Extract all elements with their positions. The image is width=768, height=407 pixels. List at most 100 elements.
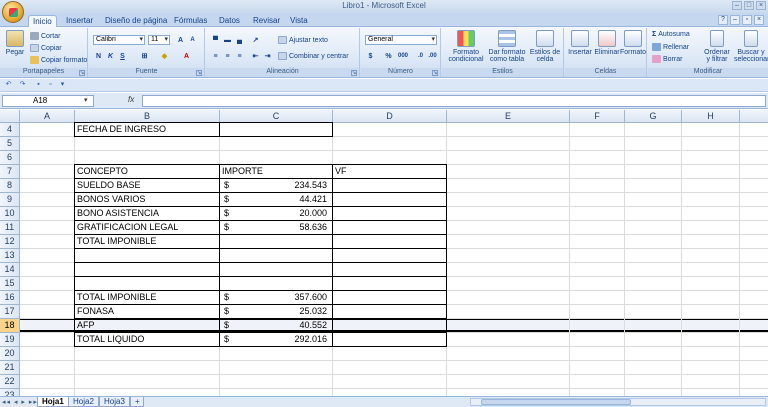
column-header-d[interactable]: D xyxy=(333,110,447,123)
cut-button[interactable]: Cortar xyxy=(30,32,60,41)
column-header-e[interactable]: E xyxy=(447,110,570,123)
row-header-17[interactable]: 17 xyxy=(0,305,20,319)
sheet-tab-hoja1[interactable]: Hoja1 xyxy=(37,397,69,407)
print-preview-icon[interactable]: ▫ xyxy=(46,81,55,90)
conditional-format-button[interactable]: Formato condicional xyxy=(446,30,486,63)
cell-b4[interactable]: FECHA DE INGRESO xyxy=(75,123,219,137)
insert-function-icon[interactable]: fx xyxy=(128,95,134,104)
formula-input[interactable] xyxy=(142,95,766,107)
row-header-5[interactable]: 5 xyxy=(0,137,20,151)
row-header-13[interactable]: 13 xyxy=(0,249,20,263)
cell-c7[interactable]: IMPORTE xyxy=(220,165,332,179)
cell-b18[interactable]: AFP xyxy=(75,319,219,333)
row-header-23[interactable]: 23 xyxy=(0,389,20,396)
find-select-button[interactable]: Buscar y seleccionar xyxy=(734,30,768,63)
row-header-16[interactable]: 16 xyxy=(0,291,20,305)
decrease-indent-icon[interactable]: ⇤ xyxy=(250,51,261,61)
font-size-select[interactable]: 11 xyxy=(148,35,170,45)
cell-b7[interactable]: CONCEPTO xyxy=(75,165,219,179)
column-header-i[interactable]: I xyxy=(740,110,768,123)
row-header-8[interactable]: 8 xyxy=(0,179,20,193)
cell-styles-button[interactable]: Estilos de celda xyxy=(528,30,562,63)
format-painter-button[interactable]: Copiar formato xyxy=(30,56,87,65)
font-color-icon[interactable]: A xyxy=(181,51,192,61)
thousands-button[interactable]: 000 xyxy=(395,51,411,61)
row-header-19[interactable]: 19 xyxy=(0,333,20,347)
cell-c17[interactable]: 25.032 xyxy=(220,305,329,319)
column-header-a[interactable]: A xyxy=(20,110,75,123)
align-top-icon[interactable]: ▀ xyxy=(210,35,221,45)
office-button[interactable] xyxy=(2,1,24,23)
tab-inicio[interactable]: Inicio xyxy=(28,15,57,27)
minimize-icon[interactable]: – xyxy=(732,1,742,10)
row-header-20[interactable]: 20 xyxy=(0,347,20,361)
launcher-icon[interactable]: ↘ xyxy=(196,70,202,76)
cell-c9[interactable]: 44.421 xyxy=(220,193,329,207)
row-header-9[interactable]: 9 xyxy=(0,193,20,207)
cell-b17[interactable]: FONASA xyxy=(75,305,219,319)
chevron-down-icon[interactable]: ▾ xyxy=(84,96,88,104)
paste-button[interactable]: Pegar xyxy=(3,30,27,56)
close-icon[interactable]: × xyxy=(756,1,766,10)
tab-datos[interactable]: Datos xyxy=(215,15,244,27)
grow-font-icon[interactable]: A xyxy=(175,35,186,45)
cell-c11[interactable]: 58.636 xyxy=(220,221,329,235)
cell-b12[interactable]: TOTAL IMPONIBLE xyxy=(75,235,219,249)
align-center-icon[interactable]: ≡ xyxy=(222,51,233,61)
horizontal-scrollbar[interactable] xyxy=(470,398,766,406)
tab-vista[interactable]: Vista xyxy=(286,15,312,27)
row-header-6[interactable]: 6 xyxy=(0,151,20,165)
insert-cells-button[interactable]: Insertar xyxy=(567,30,593,56)
align-bottom-icon[interactable]: ▄ xyxy=(234,35,245,45)
font-name-select[interactable]: Calibri xyxy=(93,35,145,45)
increase-decimal-icon[interactable]: .0 xyxy=(415,51,426,61)
fill-button[interactable]: Rellenar xyxy=(652,43,689,52)
doc-minimize-icon[interactable]: – xyxy=(730,15,740,25)
save-icon[interactable]: ▪ xyxy=(34,81,43,90)
sheet-tab-hoja3[interactable]: Hoja3 xyxy=(99,397,130,407)
undo-icon[interactable]: ↶ xyxy=(4,81,13,90)
cell-b16[interactable]: TOTAL IMPONIBLE xyxy=(75,291,219,305)
launcher-icon[interactable]: ↘ xyxy=(79,70,85,76)
row-header-12[interactable]: 12 xyxy=(0,235,20,249)
launcher-icon[interactable]: ↘ xyxy=(351,70,357,76)
format-cells-button[interactable]: Formato xyxy=(620,30,646,56)
tab-insertar[interactable]: Insertar xyxy=(62,15,97,27)
name-box[interactable]: A18 xyxy=(2,95,94,107)
row-header-18[interactable]: 18 xyxy=(0,319,20,333)
column-header-f[interactable]: F xyxy=(570,110,625,123)
format-as-table-button[interactable]: Dar formato como tabla xyxy=(488,30,526,63)
select-all-corner[interactable] xyxy=(0,110,20,123)
row-header-14[interactable]: 14 xyxy=(0,263,20,277)
launcher-icon[interactable]: ↘ xyxy=(432,70,438,76)
row-header-11[interactable]: 11 xyxy=(0,221,20,235)
cell-c8[interactable]: 234.543 xyxy=(220,179,329,193)
decrease-decimal-icon[interactable]: .00 xyxy=(427,51,438,61)
sheet-tab-hoja2[interactable]: Hoja2 xyxy=(68,397,99,407)
clear-button[interactable]: Borrar xyxy=(652,55,682,64)
sheet-nav-icons[interactable]: ◂◂ ◂ ▸ ▸▸ xyxy=(2,398,38,406)
sort-filter-button[interactable]: Ordenar y filtrar xyxy=(702,30,732,63)
italic-button[interactable]: K xyxy=(105,51,116,61)
row-header-22[interactable]: 22 xyxy=(0,375,20,389)
doc-close-icon[interactable]: × xyxy=(754,15,764,25)
percent-button[interactable]: % xyxy=(383,51,394,61)
currency-button[interactable]: $ xyxy=(365,51,376,61)
column-header-c[interactable]: C xyxy=(220,110,333,123)
column-header-g[interactable]: G xyxy=(625,110,682,123)
cell-c10[interactable]: 20.000 xyxy=(220,207,329,221)
copy-button[interactable]: Copiar xyxy=(30,44,62,53)
doc-restore-icon[interactable]: ▫ xyxy=(742,15,752,25)
help-icon[interactable]: ? xyxy=(718,15,728,25)
align-left-icon[interactable]: ≡ xyxy=(210,51,221,61)
row-header-10[interactable]: 10 xyxy=(0,207,20,221)
tab-revisar[interactable]: Revisar xyxy=(249,15,284,27)
increase-indent-icon[interactable]: ⇥ xyxy=(262,51,273,61)
merge-center-button[interactable]: Combinar y centrar xyxy=(278,52,349,61)
column-header-h[interactable]: H xyxy=(682,110,740,123)
cell-b9[interactable]: BONOS VARIOS xyxy=(75,193,219,207)
cell-b8[interactable]: SUELDO BASE xyxy=(75,179,219,193)
tab-formulas[interactable]: Fórmulas xyxy=(170,15,211,27)
orientation-icon[interactable]: ↗ xyxy=(250,35,261,45)
row-header-4[interactable]: 4 xyxy=(0,123,20,137)
